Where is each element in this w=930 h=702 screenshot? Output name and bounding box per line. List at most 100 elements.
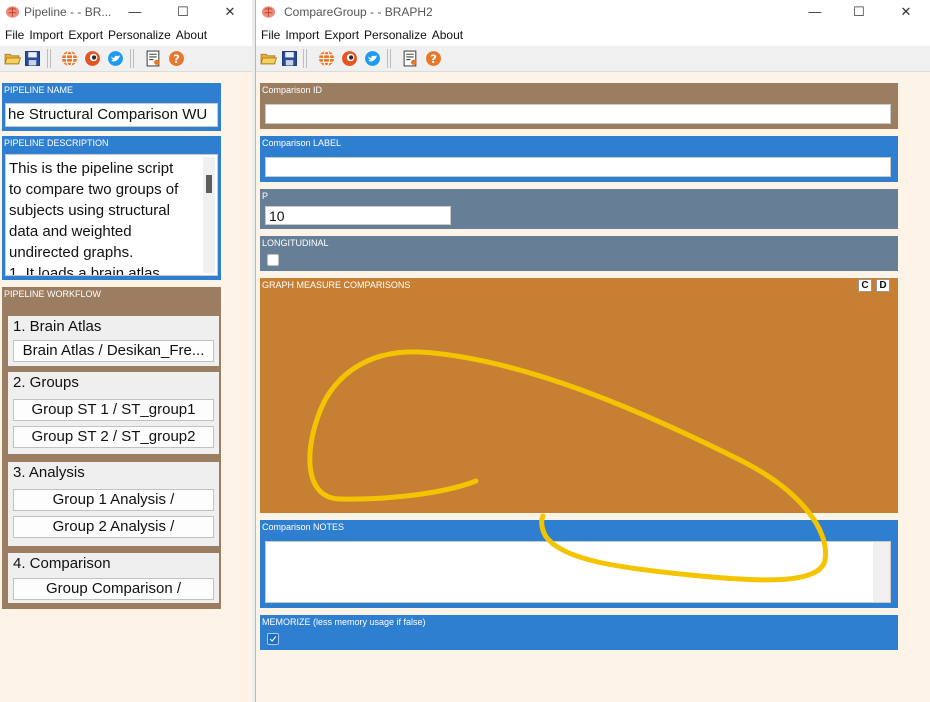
graph-measure-comparisons-label: GRAPH MEASURE COMPARISONS xyxy=(262,280,411,290)
group-comparison-button[interactable]: Group Comparison / xyxy=(13,578,214,600)
save-disk-icon[interactable] xyxy=(281,50,298,67)
globe-icon[interactable] xyxy=(318,50,335,67)
title-bar: Pipeline - - BR... — ☐ ✕ xyxy=(0,0,252,24)
menu-export[interactable]: Export xyxy=(322,24,362,42)
workflow-section-comparison: 4. Comparison Group Comparison / xyxy=(8,553,219,603)
help-icon[interactable]: ? xyxy=(168,50,185,67)
description-line: 1. It loads a brain atlas xyxy=(9,265,160,276)
report-icon[interactable] xyxy=(145,50,162,67)
description-line: undirected graphs. xyxy=(9,244,134,261)
menu-personalize[interactable]: Personalize xyxy=(106,24,174,42)
toolbar-separator xyxy=(47,49,48,68)
section-title: 3. Analysis xyxy=(13,464,85,481)
memorize-checkbox[interactable] xyxy=(267,633,279,645)
globe-icon[interactable] xyxy=(61,50,78,67)
notes-scrollbar[interactable] xyxy=(873,542,890,602)
menu-personalize[interactable]: Personalize xyxy=(362,24,430,42)
window-title: Pipeline - - BR... xyxy=(24,5,112,19)
comparison-label-panel: Comparison LABEL xyxy=(260,136,898,182)
close-button[interactable]: ✕ xyxy=(895,3,917,21)
braph-logo-icon[interactable] xyxy=(84,50,101,67)
brain-app-icon xyxy=(261,6,276,18)
toolbar-separator xyxy=(130,49,131,68)
description-line: to compare two groups of xyxy=(9,181,179,198)
save-disk-icon[interactable] xyxy=(24,50,41,67)
description-scrollbar[interactable] xyxy=(203,157,215,273)
workflow-section-groups: 2. Groups Group ST 1 / ST_group1 Group S… xyxy=(8,372,219,454)
scrollbar-thumb[interactable] xyxy=(206,175,212,193)
pipeline-description-panel: PIPELINE DESCRIPTION This is the pipelin… xyxy=(2,136,221,280)
longitudinal-panel: LONGITUDINAL xyxy=(260,236,898,271)
help-icon[interactable]: ? xyxy=(425,50,442,67)
toolbar: ? xyxy=(256,46,930,72)
menu-file[interactable]: File xyxy=(3,24,27,42)
menu-export[interactable]: Export xyxy=(66,24,106,42)
close-button[interactable]: ✕ xyxy=(219,3,241,21)
braph-logo-icon[interactable] xyxy=(341,50,358,67)
comparison-notes-panel: Comparison NOTES xyxy=(260,520,898,608)
group1-analysis-button[interactable]: Group 1 Analysis / xyxy=(13,489,214,511)
comparison-id-label: Comparison ID xyxy=(262,85,323,95)
report-icon[interactable] xyxy=(402,50,419,67)
maximize-button[interactable]: ☐ xyxy=(848,3,870,21)
menu-about[interactable]: About xyxy=(174,24,210,42)
menu-import[interactable]: Import xyxy=(27,24,66,42)
p-label: P xyxy=(262,191,269,201)
comparison-id-field[interactable] xyxy=(265,104,891,124)
menu-bar: File Import Export Personalize About xyxy=(256,24,930,46)
group-st1-button[interactable]: Group ST 1 / ST_group1 xyxy=(13,399,214,421)
menu-import[interactable]: Import xyxy=(283,24,322,42)
d-button[interactable]: D xyxy=(876,279,890,292)
section-title: 4. Comparison xyxy=(13,555,111,572)
checkmark-icon xyxy=(269,636,277,642)
pipeline-name-field[interactable]: he Structural Comparison WU xyxy=(5,103,218,127)
menu-file[interactable]: File xyxy=(259,24,283,42)
pipeline-description-label: PIPELINE DESCRIPTION xyxy=(4,138,109,148)
section-title: 1. Brain Atlas xyxy=(13,318,102,335)
workflow-section-analysis: 3. Analysis Group 1 Analysis / Group 2 A… xyxy=(8,462,219,546)
longitudinal-checkbox[interactable] xyxy=(267,254,279,266)
comparison-label-field[interactable] xyxy=(265,157,891,177)
svg-text:?: ? xyxy=(430,52,437,66)
memorize-label: MEMORIZE (less memory usage if false) xyxy=(262,617,426,627)
twitter-icon[interactable] xyxy=(364,50,381,67)
pipeline-workflow-label: PIPELINE WORKFLOW xyxy=(4,289,102,299)
memorize-panel: MEMORIZE (less memory usage if false) xyxy=(260,615,898,650)
pipeline-description-textarea[interactable]: This is the pipeline script to compare t… xyxy=(5,154,218,276)
menu-about[interactable]: About xyxy=(430,24,466,42)
toolbar-separator xyxy=(306,49,307,68)
toolbar-separator xyxy=(50,49,51,68)
twitter-icon[interactable] xyxy=(107,50,124,67)
maximize-button[interactable]: ☐ xyxy=(172,3,194,21)
description-line: subjects using structural xyxy=(9,202,170,219)
pipeline-window: Pipeline - - BR... — ☐ ✕ File Import Expor… xyxy=(0,0,252,702)
c-button[interactable]: C xyxy=(858,279,872,292)
toolbar-separator xyxy=(133,49,134,68)
description-line: data and weighted xyxy=(9,223,132,240)
minimize-button[interactable]: — xyxy=(804,3,826,21)
toolbar: ? xyxy=(0,46,252,72)
brain-atlas-button[interactable]: Brain Atlas / Desikan_Fre... xyxy=(13,340,214,362)
workflow-section-brain-atlas: 1. Brain Atlas Brain Atlas / Desikan_Fre… xyxy=(8,316,219,366)
toolbar-separator xyxy=(390,49,391,68)
comparison-notes-textarea[interactable] xyxy=(265,541,891,603)
svg-text:?: ? xyxy=(173,52,180,66)
longitudinal-label: LONGITUDINAL xyxy=(262,238,329,248)
p-panel: P 10 xyxy=(260,189,898,229)
p-field[interactable]: 10 xyxy=(265,206,451,225)
toolbar-separator xyxy=(303,49,304,68)
pipeline-name-panel: PIPELINE NAME he Structural Comparison W… xyxy=(2,83,221,131)
open-folder-icon[interactable] xyxy=(260,50,277,67)
compare-group-window: CompareGroup - - BRAPH2 — ☐ ✕ File Import… xyxy=(255,0,930,702)
pipeline-workflow-panel: PIPELINE WORKFLOW 1. Brain Atlas Brain A… xyxy=(2,287,221,609)
minimize-button[interactable]: — xyxy=(124,3,146,21)
brain-app-icon xyxy=(5,6,20,18)
toolbar-separator xyxy=(387,49,388,68)
group2-analysis-button[interactable]: Group 2 Analysis / xyxy=(13,516,214,538)
graph-measure-comparisons-panel: GRAPH MEASURE COMPARISONS C D xyxy=(260,278,898,513)
pipeline-name-label: PIPELINE NAME xyxy=(4,85,74,95)
comparison-notes-label: Comparison NOTES xyxy=(262,522,345,532)
open-folder-icon[interactable] xyxy=(4,50,21,67)
section-title: 2. Groups xyxy=(13,374,79,391)
group-st2-button[interactable]: Group ST 2 / ST_group2 xyxy=(13,426,214,448)
